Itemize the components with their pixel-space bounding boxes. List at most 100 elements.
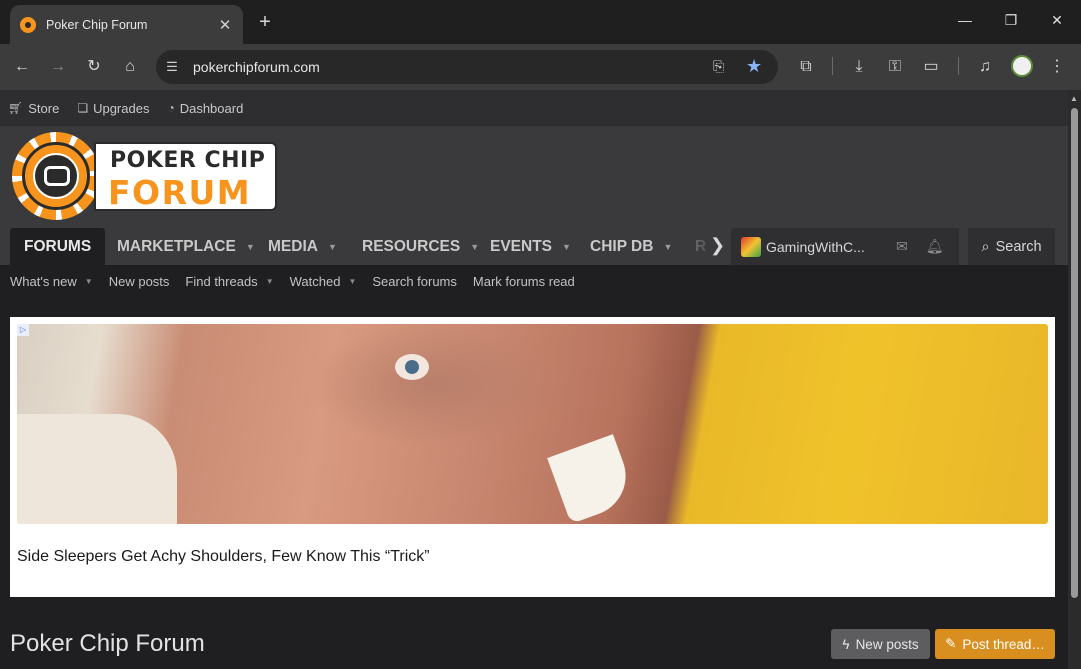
lightning-icon: ϟ	[842, 636, 850, 652]
site-info-icon[interactable]: ☰	[164, 59, 180, 75]
bookmark-star-icon[interactable]: ★	[746, 56, 762, 77]
tab-title: Poker Chip Forum	[46, 17, 148, 32]
nav-tab-resources[interactable]: RESOURCES ▼	[362, 228, 479, 265]
nav-tab-label: MARKETPLACE	[117, 237, 236, 255]
user-avatar	[741, 236, 761, 257]
media-control-icon[interactable]: ♫	[975, 57, 995, 77]
nav-tab-forums[interactable]: FORUMS	[10, 228, 106, 265]
search-button[interactable]: ⌕ Search	[968, 228, 1055, 265]
site-topbar: 🛒︎ Store ❏ Upgrades ◔ Dashboard	[0, 90, 1068, 126]
nav-tab-label: MEDIA	[268, 237, 318, 255]
chevron-down-icon[interactable]: ▼	[663, 242, 672, 252]
nav-tab-label: RESOURCES	[362, 237, 461, 255]
subnav-label: Mark forums read	[472, 273, 575, 289]
subnav-new-posts[interactable]: New posts	[109, 274, 170, 289]
site-favicon-icon	[20, 16, 36, 33]
nav-tab-media[interactable]: MEDIA ▼	[268, 228, 337, 265]
nav-tab-marketplace[interactable]: MARKETPLACE ▼	[117, 228, 255, 265]
address-bar[interactable]: ☰ pokerchipforum.com ⎘ ★	[156, 50, 778, 84]
chevron-down-icon[interactable]: ▼	[470, 242, 479, 252]
ad-choices-icon[interactable]: ▷	[17, 324, 29, 336]
chevron-down-icon[interactable]: ▼	[348, 277, 356, 286]
chevron-down-icon[interactable]: ▼	[266, 277, 274, 286]
topbar-item-label: Dashboard	[179, 100, 244, 116]
bell-icon[interactable]: 🔔︎	[926, 238, 944, 255]
chevron-down-icon[interactable]: ▼	[246, 242, 255, 252]
topbar-upgrades-link[interactable]: ❏ Upgrades	[77, 101, 149, 116]
inbox-icon[interactable]: ✉	[896, 238, 908, 255]
url-text[interactable]: pokerchipforum.com	[193, 59, 320, 75]
subnav-label: What's new	[10, 273, 77, 289]
subnav-label: New posts	[108, 273, 170, 289]
account-menu[interactable]: GamingWithC... ✉ 🔔︎	[731, 228, 959, 265]
toolbar-divider	[832, 57, 833, 75]
scrollbar-thumb[interactable]	[1071, 108, 1078, 598]
main-nav: FORUMS MARKETPLACE ▼ MEDIA ▼ RESOURCES ▼ EV…	[0, 221, 1068, 265]
site-header: POKER CHIP FORUM	[0, 126, 1068, 221]
nav-tab-chipdb[interactable]: CHIP DB ▼	[590, 228, 672, 265]
extensions-icon[interactable]: ⧉	[796, 57, 816, 77]
forward-icon[interactable]: →	[48, 57, 68, 77]
toolbar-divider	[958, 57, 959, 75]
close-window-button[interactable]: ✕	[1047, 12, 1067, 29]
logo-line1: POKER CHIP	[110, 148, 266, 173]
scrollbar[interactable]: ▲	[1068, 90, 1081, 669]
poker-chip-logo-icon	[12, 132, 100, 220]
nav-tab-label: FORUMS	[24, 237, 92, 255]
chevron-down-icon[interactable]: ▼	[562, 242, 571, 252]
page-viewport: 🛒︎ Store ❏ Upgrades ◔ Dashboard POKER CH…	[0, 90, 1068, 669]
search-icon: ⌕	[981, 238, 990, 255]
browser-tab[interactable]: Poker Chip Forum ✕	[10, 5, 243, 44]
browser-tabstrip: Poker Chip Forum ✕ + — ❐ ✕	[0, 0, 1081, 44]
site-logo[interactable]: POKER CHIP FORUM	[12, 132, 278, 220]
payment-icon[interactable]: ▭	[921, 57, 941, 77]
upgrades-icon: ❏	[77, 101, 89, 115]
downloads-icon[interactable]: ⤓	[849, 57, 869, 77]
post-thread-button[interactable]: ✎ Post thread…	[935, 629, 1055, 659]
post-thread-label: Post thread…	[962, 636, 1045, 652]
home-icon[interactable]: ⌂	[120, 57, 140, 77]
topbar-item-label: Upgrades	[93, 100, 150, 116]
chevron-down-icon[interactable]: ▼	[328, 242, 337, 252]
edit-icon: ✎	[945, 636, 957, 651]
chevron-right-icon[interactable]: ❯	[710, 235, 725, 256]
cart-icon: 🛒︎	[8, 101, 24, 115]
scroll-up-icon[interactable]: ▲	[1070, 94, 1078, 103]
username: GamingWithC...	[766, 238, 865, 255]
menu-icon[interactable]: ⋮	[1047, 57, 1067, 77]
tab-close-icon[interactable]: ✕	[217, 16, 233, 34]
minimize-button[interactable]: —	[955, 12, 975, 28]
ad-caption[interactable]: Side Sleepers Get Achy Shoulders, Few Kn…	[17, 548, 430, 566]
back-icon[interactable]: ←	[12, 57, 32, 77]
subnav-label: Search forums	[372, 273, 457, 289]
ad-image[interactable]	[17, 324, 1048, 524]
chevron-down-icon[interactable]: ▼	[85, 277, 93, 286]
topbar-dashboard-link[interactable]: ◔ Dashboard	[167, 101, 243, 116]
reload-icon[interactable]: ↻	[84, 57, 104, 77]
subnav-label: Watched	[289, 273, 341, 289]
subnav-watched[interactable]: Watched ▼	[290, 274, 357, 289]
subnav-search-forums[interactable]: Search forums	[372, 274, 457, 289]
new-tab-button[interactable]: +	[254, 11, 276, 33]
dashboard-icon: ◔	[167, 101, 175, 115]
subnav-label: Find threads	[185, 273, 258, 289]
logo-wordmark: POKER CHIP FORUM	[94, 142, 277, 212]
subnav-whats-new[interactable]: What's new ▼	[10, 274, 93, 289]
browser-toolbar: ← → ↻ ⌂ ☰ pokerchipforum.com ⎘ ★ ⧉ ⤓ ⚿ ▭…	[0, 44, 1081, 90]
new-posts-button[interactable]: ϟ New posts	[831, 629, 930, 659]
passwords-icon[interactable]: ⚿	[885, 57, 905, 77]
topbar-item-label: Store	[28, 100, 60, 116]
nav-tab-events[interactable]: EVENTS ▼	[490, 228, 571, 265]
advertisement[interactable]: ▷ Side Sleepers Get Achy Shoulders, Few …	[10, 317, 1055, 597]
restore-button[interactable]: ❐	[1001, 12, 1021, 29]
new-posts-label: New posts	[855, 636, 919, 652]
profile-avatar[interactable]	[1011, 55, 1033, 77]
subnav-find-threads[interactable]: Find threads ▼	[185, 274, 273, 289]
subnav-mark-read[interactable]: Mark forums read	[473, 274, 575, 289]
logo-line2: FORUM	[108, 173, 252, 212]
search-label: Search	[995, 238, 1042, 255]
nav-tab-label: EVENTS	[490, 237, 553, 255]
install-app-icon[interactable]: ⎘	[713, 58, 724, 75]
page-title: Poker Chip Forum	[10, 630, 205, 657]
topbar-store-link[interactable]: 🛒︎ Store	[8, 101, 59, 116]
